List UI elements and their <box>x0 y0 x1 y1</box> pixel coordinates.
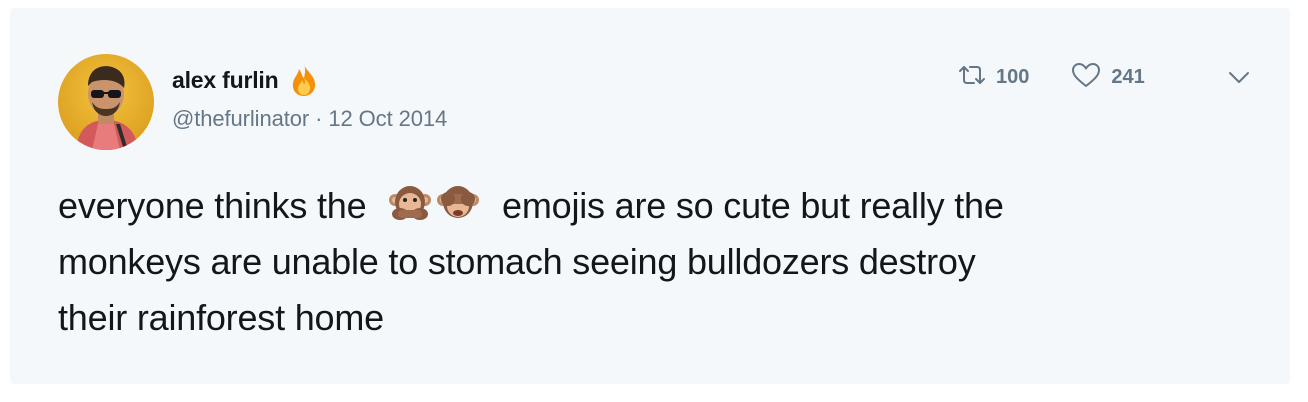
like-count: 241 <box>1111 65 1145 88</box>
fire-icon <box>288 63 320 97</box>
see-no-evil-monkey-icon <box>436 182 480 226</box>
tweet-card: alex furlin @thefurlinator · 12 Oct 2014 <box>10 8 1290 384</box>
retweet-count: 100 <box>996 65 1030 88</box>
tweet-text-part1: everyone thinks the <box>58 185 367 226</box>
speak-no-evil-monkey-icon <box>388 182 432 226</box>
retweet-icon <box>958 64 986 91</box>
chevron-down-icon[interactable] <box>1226 64 1252 90</box>
tweet-text-line3: their rainforest home <box>58 297 384 338</box>
timestamp[interactable]: 12 Oct 2014 <box>328 106 447 132</box>
meta-separator: · <box>309 106 329 131</box>
like-button[interactable]: 241 <box>1071 62 1145 93</box>
name-row: alex furlin <box>172 62 447 98</box>
avatar[interactable] <box>58 54 154 150</box>
heart-icon <box>1071 62 1101 93</box>
handle[interactable]: @thefurlinator <box>172 106 309 132</box>
retweet-button[interactable]: 100 <box>958 64 1029 91</box>
display-name[interactable]: alex furlin <box>172 67 279 94</box>
tweet-text: everyone thinks the emojis are so cute b… <box>58 178 1238 346</box>
tweet-text-part2: emojis are so cute but really the <box>502 185 1004 226</box>
meta-row: @thefurlinator · 12 Oct 2014 <box>172 106 447 132</box>
user-info: alex furlin @thefurlinator · 12 Oct 2014 <box>172 62 447 132</box>
tweet-actions: 100 241 <box>958 62 1145 92</box>
tweet-text-line2: monkeys are unable to stomach seeing bul… <box>58 241 976 282</box>
